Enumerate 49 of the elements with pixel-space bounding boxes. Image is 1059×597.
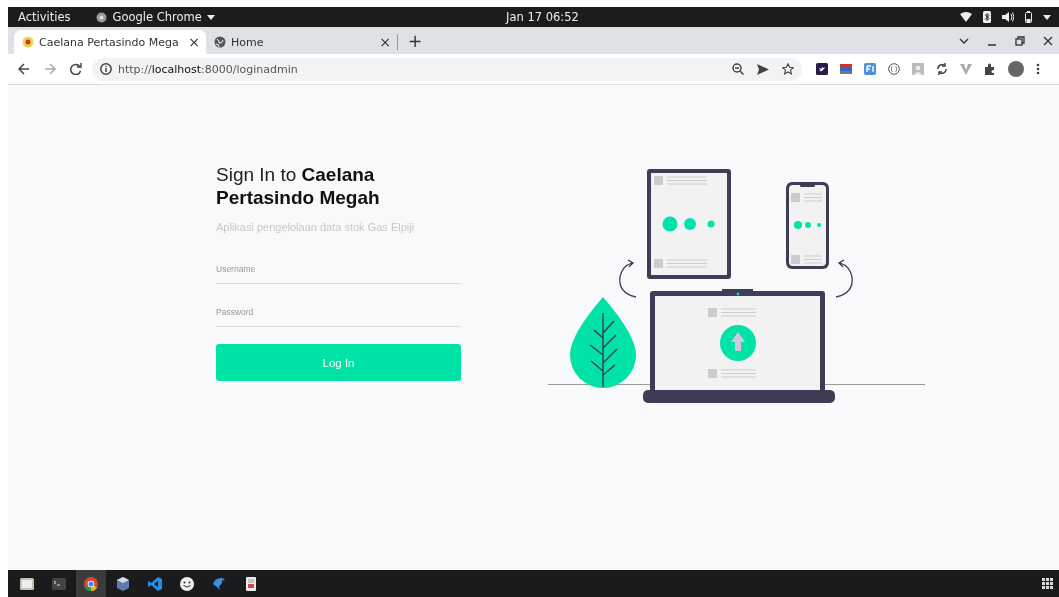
browser-tab[interactable]: Caelana Pertasindo Mega × [14,30,206,54]
back-arrow-icon[interactable] [18,63,30,75]
tab-close-button[interactable]: × [379,34,391,50]
curved-arrow-icon [619,259,637,298]
dock-item[interactable] [76,570,106,597]
info-icon [100,63,112,75]
browser-tab[interactable]: Home × [206,34,398,50]
terminal-app-icon [51,575,67,592]
star-icon[interactable] [782,63,794,75]
puzzle-icon[interactable] [984,63,996,75]
app-icon [96,11,108,23]
site-logo-icon [22,36,34,48]
restore-icon[interactable] [1015,36,1025,46]
password-field[interactable]: Password [216,304,461,327]
cube-app-icon [115,575,131,592]
close-icon[interactable] [1043,36,1053,46]
volume-icon [1002,12,1014,22]
send-icon[interactable] [757,63,769,75]
tab-close-button[interactable]: × [188,34,200,50]
bird-square-icon[interactable] [816,63,828,75]
sync-icon[interactable] [936,63,948,75]
document-app-icon [243,575,259,592]
zoom-out-icon[interactable] [732,63,744,75]
new-tab-button[interactable]: + [408,31,423,51]
files-app-icon [19,575,35,592]
app-menu[interactable]: Google Chrome [96,10,215,24]
caret-icon [206,14,215,20]
activities-button[interactable]: Activities [18,10,71,24]
kebab-menu-icon[interactable] [1036,63,1040,75]
braces-circle-icon[interactable] [888,63,900,75]
username-field[interactable]: Username [216,261,461,284]
sign-in-heading: Sign In to Caelana Pertasindo Megah [216,163,381,209]
clock[interactable]: Jan 17 06:52 [506,10,579,24]
bluetooth-icon [983,11,991,23]
profile-avatar[interactable] [1008,61,1024,77]
address-bar[interactable]: http://localhost:8000/loginadmin [92,57,802,81]
app-grid-icon[interactable] [1042,578,1053,589]
battery-icon [1025,11,1032,23]
smiley-app-icon [179,575,195,592]
chevron-down-icon[interactable] [959,38,969,44]
url-text: http://localhost:8000/loginadmin [118,62,299,76]
tag-square-icon[interactable] [864,63,876,75]
curved-arrow-icon [835,259,853,298]
reload-icon[interactable] [70,63,82,75]
caret-icon [1043,14,1051,20]
striped-card-icon[interactable] [840,63,852,75]
wifi-icon [960,12,972,22]
browser-app-icon [83,575,99,592]
editor-app-icon [147,575,163,592]
